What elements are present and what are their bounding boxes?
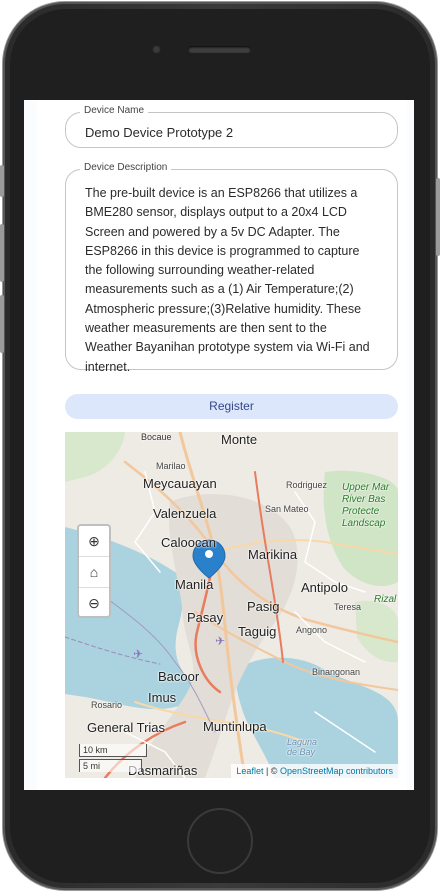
register-button[interactable]: Register [65,394,398,419]
speaker-grille [188,46,251,53]
svg-text:✈: ✈ [215,634,225,648]
scale-km: 10 km [79,744,147,757]
side-button [436,178,440,256]
attribution-separator: | © [263,766,280,776]
map-label-laguna-de-bay: Laguna de Bay [287,737,318,757]
side-button [0,224,4,282]
device-name-value[interactable]: Demo Device Prototype 2 [85,125,233,140]
map[interactable]: ✈ ✈ Bocaue Monte Marilao Meycauayan Rodr… [65,432,398,778]
map-label-caloocan: Caloocan [161,535,216,550]
map-scale: 10 km 5 mi [79,744,147,772]
map-label-rosario: Rosario [91,700,123,710]
camera-icon [152,45,161,54]
device-form-card: Device Name Demo Device Prototype 2 Devi… [37,100,407,790]
zoom-out-icon[interactable]: ⊖ [79,588,109,618]
map-label-muntinlupa: Muntinlupa [203,719,267,734]
home-button[interactable] [187,808,253,874]
device-name-field[interactable]: Device Name Demo Device Prototype 2 [65,105,398,148]
map-label-bocaue: Bocaue [141,432,172,442]
device-description-label: Device Description [80,162,172,173]
screen: Device Name Demo Device Prototype 2 Devi… [24,100,414,790]
map-label-binangonan: Binangonan [312,667,361,677]
side-button [0,295,4,353]
svg-text:✈: ✈ [133,647,143,661]
home-icon[interactable]: ⌂ [79,557,109,588]
osm-link[interactable]: OpenStreetMap contributors [280,766,393,776]
device-description-field[interactable]: Device Description The pre-built device … [65,162,398,374]
map-label-marikina: Marikina [248,547,298,562]
map-label-monte: Monte [221,432,258,447]
zoom-in-icon[interactable]: ⊕ [79,526,109,557]
map-label-marilao: Marilao [156,461,186,471]
map-label-valenzuela: Valenzuela [153,506,217,521]
map-label-teresa: Teresa [334,602,362,612]
map-zoom-controls: ⊕ ⌂ ⊖ [77,524,111,618]
map-label-angono: Angono [296,625,328,635]
map-label-pasig: Pasig [247,599,280,614]
map-label-upper-marikina: Upper Mar River Bas Protecte Landscap [342,482,390,529]
device-description-value[interactable]: The pre-built device is an ESP8266 that … [85,184,375,377]
map-label-taguig: Taguig [238,624,277,639]
side-button [0,165,4,197]
map-label-pasay: Pasay [187,610,224,625]
map-label-imus: Imus [148,690,177,705]
map-label-meycauayan: Meycauayan [143,476,217,491]
map-label-manila: Manila [175,577,214,592]
map-label-rizal: Rizal [374,594,397,605]
scale-mi: 5 mi [79,759,142,772]
map-label-bacoor: Bacoor [158,669,200,684]
map-label-rodriguez: Rodriguez [286,480,328,490]
map-label-general-trias: General Trias [87,720,166,735]
leaflet-link[interactable]: Leaflet [236,766,263,776]
map-attribution: Leaflet | © OpenStreetMap contributors [231,764,398,778]
map-label-san-mateo: San Mateo [265,504,309,514]
map-label-antipolo: Antipolo [301,580,348,595]
device-name-label: Device Name [80,105,149,116]
